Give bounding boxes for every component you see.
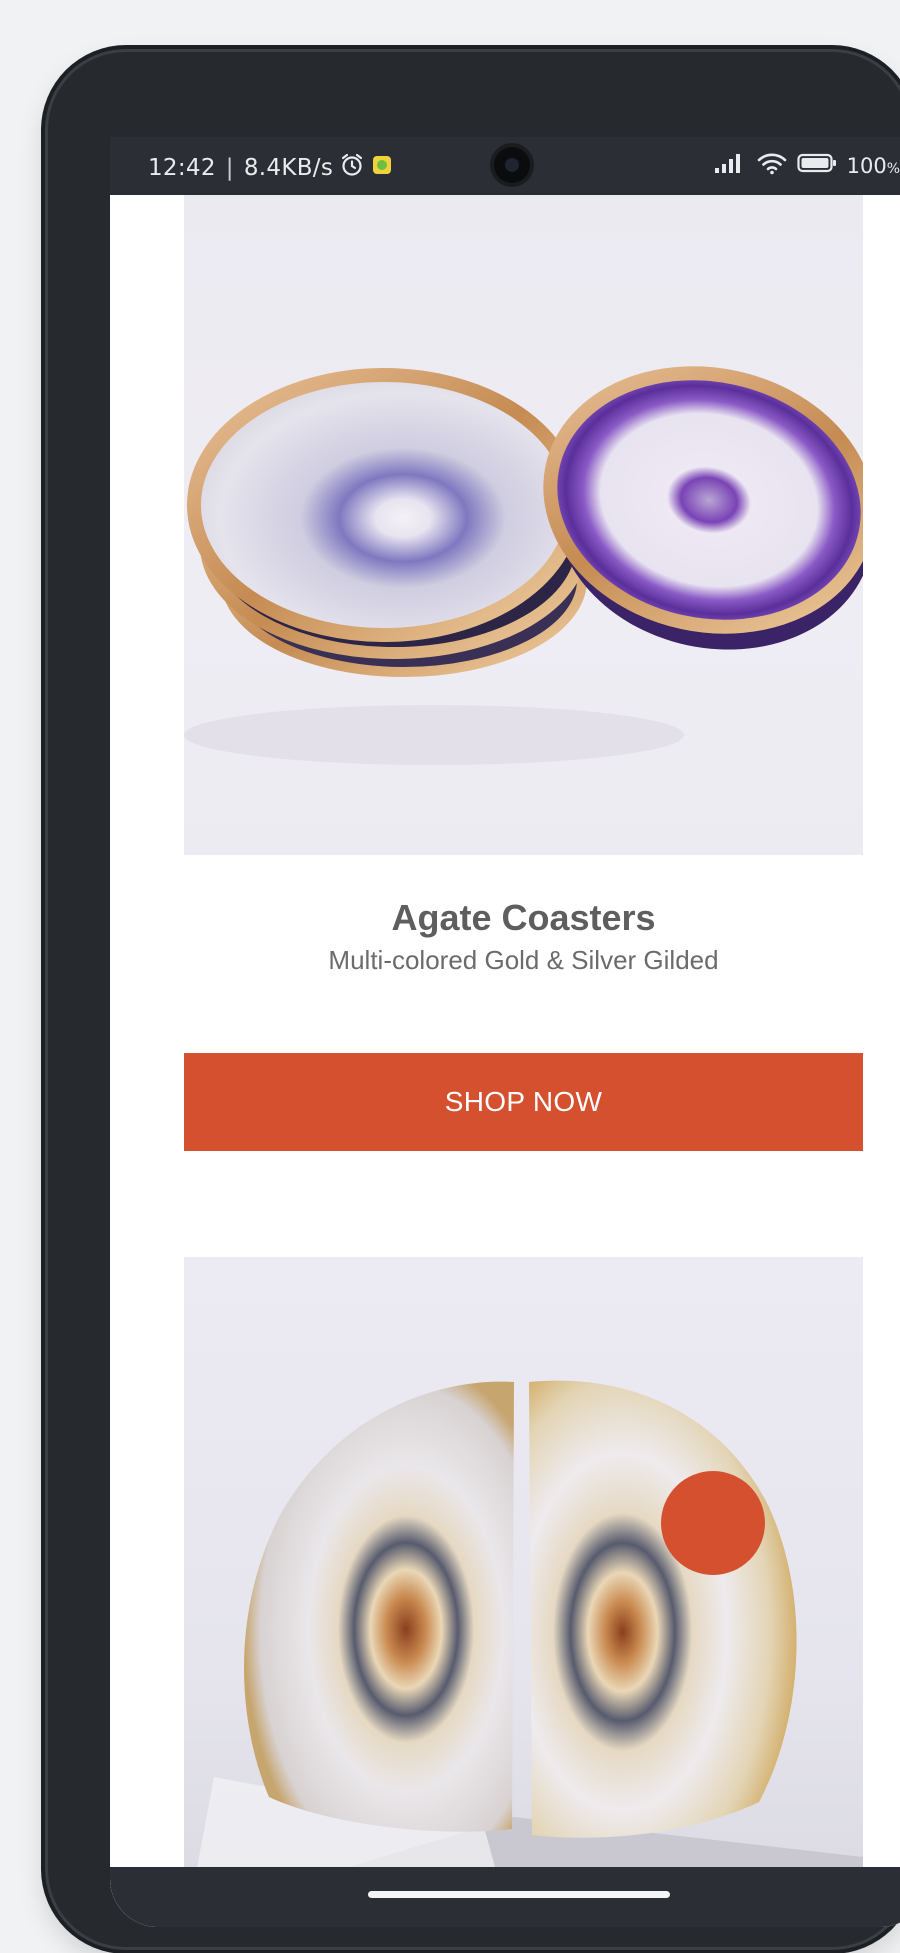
product-image-agate-bookends[interactable] [184,1257,863,1927]
product-image-agate-coasters[interactable] [184,195,863,855]
page-content: Agate Coasters Multi-colored Gold & Silv… [110,195,900,1927]
product-title: Agate Coasters [391,897,656,938]
alarm-icon [339,152,365,184]
shop-now-button[interactable]: SHOP NOW [184,1053,863,1151]
wifi-icon [757,151,787,180]
status-bar-right: 100% [713,151,900,180]
battery-percent: 100% [846,153,900,178]
front-camera [494,147,530,183]
status-separator: | [225,155,234,181]
status-bar-left: 12:42 | 8.4KB/s [148,152,393,184]
phone-screen: 12:42 | 8.4KB/s 100% Agate Coasters Mult… [110,137,900,1927]
product-subtitle: Multi-colored Gold & Silver Gilded [328,945,719,975]
app-notification-icon [371,154,393,182]
signal-icon [713,152,747,179]
floating-action-button[interactable] [661,1471,765,1575]
status-bar: 12:42 | 8.4KB/s 100% [110,137,900,195]
battery-icon [796,152,837,179]
network-speed: 8.4KB/s [243,155,334,181]
home-indicator[interactable] [368,1891,670,1898]
agate-bookends-illustration [184,1380,863,1927]
navigation-bar [110,1867,900,1927]
agate-coasters-illustration [184,366,863,765]
phone-frame: 12:42 | 8.4KB/s 100% Agate Coasters Mult… [48,52,900,1947]
status-time: 12:42 [148,155,216,181]
